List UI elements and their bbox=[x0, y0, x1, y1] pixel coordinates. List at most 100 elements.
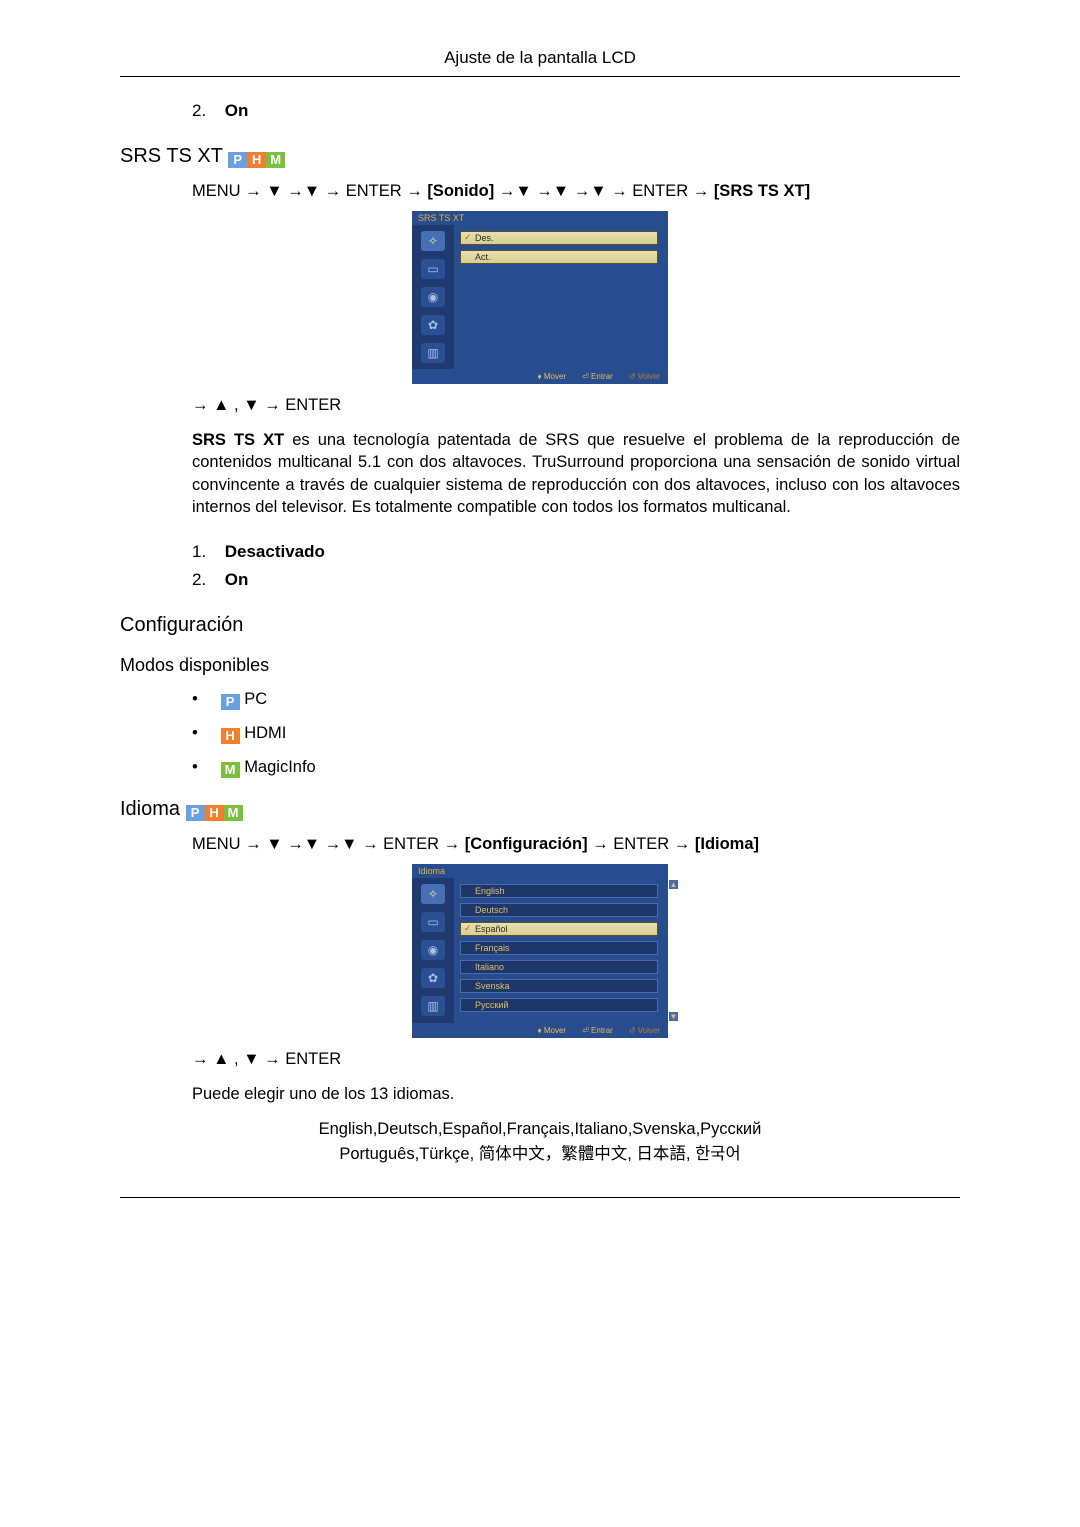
sound-icon: ◉ bbox=[421, 940, 445, 960]
p-icon: P bbox=[186, 805, 205, 821]
up-arrow-icon: ▲ bbox=[213, 1050, 229, 1068]
osd-foot-entrar: ⏎ Entrar bbox=[582, 1026, 613, 1035]
setup-icon: ✿ bbox=[421, 968, 445, 988]
osd-option: Des. bbox=[460, 231, 658, 245]
nav-text: → bbox=[499, 182, 516, 200]
languages-block: English,Deutsch,Español,Français,Italian… bbox=[120, 1117, 960, 1167]
h-icon: H bbox=[205, 805, 224, 821]
nav-target: [Sonido] bbox=[427, 182, 494, 200]
nav-target: [SRS TS XT] bbox=[714, 182, 810, 200]
nav-text: → ENTER → bbox=[362, 835, 465, 853]
down-arrow-icon: ▼ bbox=[243, 1050, 259, 1068]
srs-option-list: 1. Desactivado 2. On bbox=[192, 542, 960, 590]
down-arrow-icon: ▼ bbox=[553, 182, 569, 200]
nav-text: → ENTER bbox=[260, 396, 342, 414]
mode-item: M MagicInfo bbox=[192, 758, 960, 778]
list-item: 2. On bbox=[192, 570, 960, 590]
page: Ajuste de la pantalla LCD 2. On SRS TS X… bbox=[0, 0, 1080, 1238]
nav-text: → ENTER → bbox=[592, 835, 695, 853]
scroll-down-icon: ▼ bbox=[669, 1012, 678, 1021]
mode-label: PC bbox=[244, 690, 267, 708]
nav-text: → bbox=[192, 396, 213, 414]
desc-lead: SRS TS XT bbox=[192, 431, 284, 449]
osd-sidebar: ✧ ▭ ◉ ✿ ▥ bbox=[412, 225, 454, 369]
mode-item: P PC bbox=[192, 690, 960, 710]
osd-foot-volver: ↺ Volver bbox=[629, 1026, 660, 1035]
osd-options: Des. Act. bbox=[454, 225, 668, 369]
osd-option: Español bbox=[460, 922, 658, 936]
modes-heading: Modos disponibles bbox=[120, 655, 960, 676]
osd-title: SRS TS XT bbox=[412, 211, 668, 225]
section-heading-idioma: Idioma PHM bbox=[120, 798, 960, 821]
down-arrow-icon: ▼ bbox=[243, 396, 259, 414]
down-arrow-icon: ▼ bbox=[590, 182, 606, 200]
down-arrow-icon: ▼ bbox=[515, 182, 531, 200]
heading-text: Idioma bbox=[120, 798, 180, 820]
nav-text: → ENTER → bbox=[325, 182, 428, 200]
osd-option: Svenska bbox=[460, 979, 658, 993]
h-icon: H bbox=[247, 152, 266, 168]
languages-line-2: Português,Türkçe, 简体中文，繁體中文, 日本語, 한국어 bbox=[120, 1142, 960, 1167]
intro-option-list: 2. On bbox=[192, 101, 960, 121]
osd-option: Deutsch bbox=[460, 903, 658, 917]
down-arrow-icon: ▼ bbox=[266, 835, 282, 853]
nav-text: , bbox=[229, 1050, 243, 1068]
page-header-title: Ajuste de la pantalla LCD bbox=[0, 48, 1080, 68]
nav-text: → bbox=[325, 835, 342, 853]
item-label: Desactivado bbox=[225, 542, 325, 561]
mode-item: H HDMI bbox=[192, 724, 960, 744]
osd-foot-mover: ♦ Mover bbox=[538, 1026, 567, 1035]
languages-line-1: English,Deutsch,Español,Français,Italian… bbox=[120, 1117, 960, 1142]
heading-text: SRS TS XT bbox=[120, 145, 223, 167]
osd-title: Idioma bbox=[412, 864, 668, 878]
m-icon: M bbox=[266, 152, 285, 168]
input-icon: ▭ bbox=[421, 259, 445, 279]
nav-text: → bbox=[536, 182, 553, 200]
section-heading-config: Configuración bbox=[120, 614, 960, 637]
scroll-up-icon: ▲ bbox=[669, 880, 678, 889]
down-arrow-icon: ▼ bbox=[341, 835, 357, 853]
multi-icon: ▥ bbox=[421, 996, 445, 1016]
item-number: 2. bbox=[192, 101, 220, 121]
osd-foot-volver: ↺ Volver bbox=[629, 372, 660, 381]
osd-sidebar: ✧ ▭ ◉ ✿ ▥ bbox=[412, 878, 454, 1023]
list-item: 1. Desactivado bbox=[192, 542, 960, 562]
menu-path-idioma: MENU → ▼ →▼ →▼ → ENTER → [Configuración]… bbox=[192, 835, 960, 854]
osd-option: Русский bbox=[460, 998, 658, 1012]
item-label: On bbox=[225, 570, 249, 589]
nav-text: → bbox=[287, 182, 304, 200]
item-number: 1. bbox=[192, 542, 220, 562]
osd-option: Act. bbox=[460, 250, 658, 264]
nav-target: [Idioma] bbox=[695, 835, 759, 853]
footer-rule bbox=[120, 1197, 960, 1198]
down-arrow-icon: ▼ bbox=[304, 182, 320, 200]
nav-text: → bbox=[287, 835, 304, 853]
picture-icon: ✧ bbox=[421, 884, 445, 904]
nav-text: → bbox=[192, 1050, 213, 1068]
osd-body: ✧ ▭ ◉ ✿ ▥ ▲ English Deutsch Español Fran… bbox=[412, 878, 668, 1023]
p-icon: P bbox=[221, 694, 240, 710]
nav-updown-enter: → ▲ , ▼ → ENTER bbox=[192, 396, 960, 415]
srs-description: SRS TS XT es una tecnología patentada de… bbox=[192, 429, 960, 518]
osd-body: ✧ ▭ ◉ ✿ ▥ Des. Act. bbox=[412, 225, 668, 369]
osd-foot-entrar: ⏎ Entrar bbox=[582, 372, 613, 381]
list-item: 2. On bbox=[192, 101, 960, 121]
down-arrow-icon: ▼ bbox=[304, 835, 320, 853]
m-icon: M bbox=[221, 762, 240, 778]
menu-path-srs: MENU → ▼ →▼ → ENTER → [Sonido] →▼ →▼ →▼ … bbox=[192, 182, 960, 201]
input-icon: ▭ bbox=[421, 912, 445, 932]
nav-text: → ENTER → bbox=[611, 182, 714, 200]
osd-screenshot-srs: SRS TS XT ✧ ▭ ◉ ✿ ▥ Des. Act. ♦ Mover ⏎ … bbox=[412, 211, 668, 384]
sound-icon: ◉ bbox=[421, 287, 445, 307]
setup-icon: ✿ bbox=[421, 315, 445, 335]
nav-text: , bbox=[229, 396, 243, 414]
osd-footer: ♦ Mover ⏎ Entrar ↺ Volver bbox=[412, 369, 668, 384]
down-arrow-icon: ▼ bbox=[266, 182, 282, 200]
osd-option: English bbox=[460, 884, 658, 898]
section-heading-srs: SRS TS XT PHM bbox=[120, 145, 960, 168]
nav-text: MENU → bbox=[192, 835, 266, 853]
multi-icon: ▥ bbox=[421, 343, 445, 363]
desc-body: es una tecnología patentada de SRS que r… bbox=[192, 431, 960, 516]
nav-text: → ENTER bbox=[260, 1050, 342, 1068]
mode-label: MagicInfo bbox=[244, 758, 316, 776]
